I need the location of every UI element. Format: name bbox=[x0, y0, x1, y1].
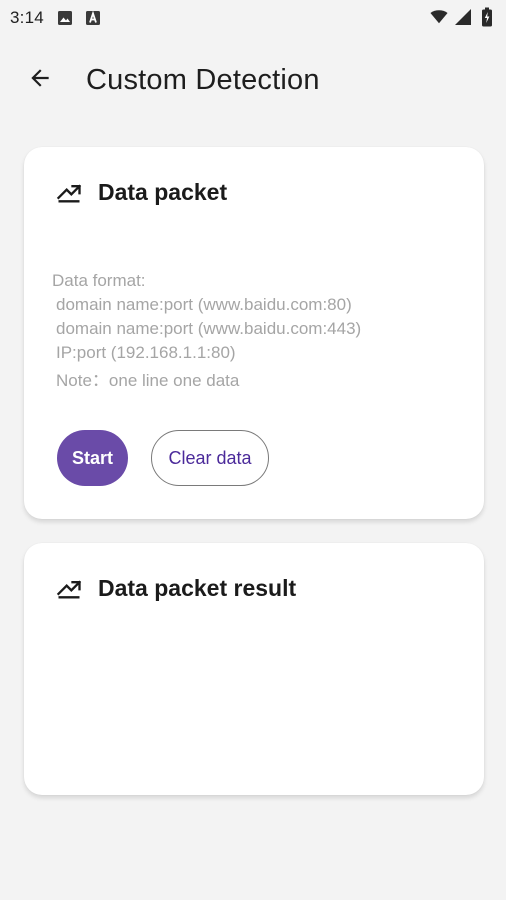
data-packet-card: Data packet Data format: domain name:por… bbox=[24, 147, 484, 519]
status-bar: 3:14 bbox=[0, 0, 506, 36]
status-notification-icons bbox=[56, 9, 102, 27]
data-packet-result-title: Data packet result bbox=[98, 574, 297, 601]
format-example: IP:port (192.168.1.1:80) bbox=[56, 343, 236, 362]
data-packet-result-card: Data packet result bbox=[24, 543, 484, 795]
data-packet-title: Data packet bbox=[98, 178, 228, 205]
format-note: Note：one line one data bbox=[56, 371, 240, 390]
format-example: domain name:port (www.baidu.com:443) bbox=[56, 319, 362, 338]
format-example: domain name:port (www.baidu.com:80) bbox=[56, 295, 352, 314]
page-title: Custom Detection bbox=[86, 63, 320, 96]
status-time: 3:14 bbox=[10, 8, 44, 27]
battery-icon bbox=[478, 7, 496, 27]
data-packet-result-header: Data packet result bbox=[54, 573, 296, 603]
trending-down-icon bbox=[54, 177, 84, 207]
data-format-hint: Data format: domain name:port (www.baidu… bbox=[52, 269, 361, 393]
clear-data-button[interactable]: Clear data bbox=[151, 430, 269, 486]
format-label: Data format: bbox=[52, 271, 146, 290]
arrow-left-icon bbox=[27, 65, 53, 96]
data-packet-header: Data packet bbox=[54, 177, 227, 207]
start-button[interactable]: Start bbox=[57, 430, 128, 486]
back-button[interactable] bbox=[14, 54, 66, 106]
a-badge-icon bbox=[84, 9, 102, 27]
image-icon bbox=[56, 9, 74, 27]
signal-icon bbox=[454, 8, 472, 26]
status-system-icons bbox=[430, 7, 496, 27]
trending-down-icon bbox=[54, 573, 84, 603]
app-bar: Custom Detection bbox=[0, 48, 506, 112]
wifi-icon bbox=[430, 8, 448, 26]
